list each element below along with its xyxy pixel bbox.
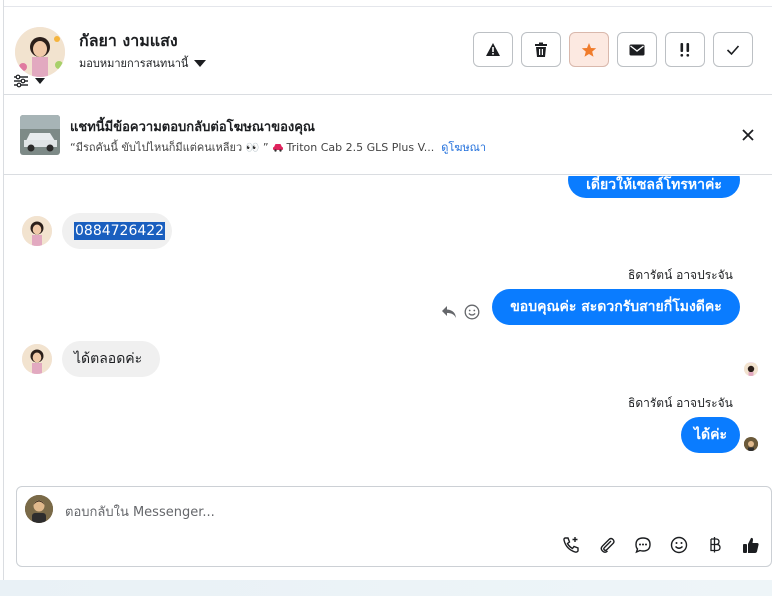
ad-reply-banner: แชทนี้มีข้อความตอบกลับต่อโฆษณาของคุณ “มี…	[4, 96, 772, 175]
contact-name[interactable]: กัลยา งามแสง	[79, 29, 178, 54]
ad-snippet: “มีรถคันนี้ ขับไปไหนก็มีแต่คนเหลียว 👀 ” …	[70, 138, 486, 156]
contact-avatar[interactable]	[15, 27, 65, 77]
messenger-conversation-panel: กัลยา งามแสง มอบหมายการสนทนานี้ แชทนี้มี…	[0, 0, 772, 596]
baht-icon	[710, 537, 721, 553]
sender-name: ธิดารัตน์ อาจประจัน	[628, 396, 733, 410]
thumbs-up-icon	[743, 537, 759, 553]
outgoing-message[interactable]: ขอบคุณค่ะ สะดวกรับสายกี่โมงดีคะ	[492, 289, 740, 325]
paperclip-icon	[600, 537, 615, 553]
reply-icon[interactable]	[441, 305, 457, 319]
assign-label: มอบหมายการสนทนานี้	[79, 57, 189, 70]
agent-avatar	[25, 495, 53, 523]
trash-icon	[535, 42, 547, 57]
outgoing-message[interactable]: เดี๋ยวให้เซลล์โทรหาค่ะ	[568, 176, 740, 198]
view-ad-link[interactable]: ดูโฆษณา	[441, 138, 486, 156]
contact-avatar-small	[22, 216, 52, 246]
agent-avatar-small	[744, 437, 758, 451]
incoming-message[interactable]: 0884726422	[62, 213, 172, 249]
message-text: ได้ค่ะ	[693, 427, 728, 443]
sender-name: ธิดารัตน์ อาจประจัน	[628, 268, 733, 282]
message-text: เดี๋ยวให้เซลล์โทรหาค่ะ	[586, 177, 722, 193]
follow-up-button[interactable]	[665, 32, 705, 67]
react-emoji-icon[interactable]	[464, 304, 480, 320]
warning-icon	[486, 43, 500, 56]
emoji-icon	[670, 536, 688, 554]
sliders-icon	[14, 74, 28, 88]
assign-conversation-dropdown[interactable]: มอบหมายการสนทนานี้	[79, 54, 207, 72]
ad-snippet-model: Triton Cab 2.5 GLS Plus V...	[286, 140, 435, 154]
saved-replies-button[interactable]	[632, 534, 654, 556]
reply-composer: ตอบกลับใน Messenger...	[16, 486, 772, 567]
like-button[interactable]	[740, 534, 762, 556]
message-thread[interactable]: เดี๋ยวให้เซลล์โทรหาค่ะ 0884726422 ธิดารั…	[4, 176, 772, 476]
envelope-icon	[629, 44, 645, 55]
chat-bubble-icon	[635, 537, 651, 554]
chevron-down-icon	[35, 78, 45, 84]
star-icon	[581, 42, 597, 57]
payment-button[interactable]	[704, 534, 726, 556]
conversation-header: กัลยา งามแสง มอบหมายการสนทนานี้	[4, 7, 772, 95]
contact-avatar-small	[22, 344, 52, 374]
check-icon	[726, 44, 740, 55]
exclamation-icon	[680, 42, 690, 57]
close-banner-button[interactable]	[740, 127, 756, 143]
message-input[interactable]: ตอบกลับใน Messenger...	[65, 501, 215, 522]
report-spam-button[interactable]	[473, 32, 513, 67]
close-icon	[742, 129, 754, 141]
delete-button[interactable]	[521, 32, 561, 67]
incoming-message[interactable]: ได้ตลอดค่ะ	[62, 341, 160, 377]
ad-thumbnail[interactable]	[20, 115, 60, 155]
mark-done-button[interactable]	[713, 32, 753, 67]
ad-banner-title: แชทนี้มีข้อความตอบกลับต่อโฆษณาของคุณ	[70, 120, 315, 135]
emoji-button[interactable]	[668, 534, 690, 556]
read-receipt-avatar	[744, 362, 758, 376]
composer-tools	[560, 534, 762, 556]
call-add-icon	[563, 537, 579, 553]
window-bottom-band	[0, 580, 772, 596]
attach-button[interactable]	[596, 534, 618, 556]
chevron-down-icon	[194, 59, 207, 67]
header-actions	[473, 32, 753, 67]
message-text: ได้ตลอดค่ะ	[74, 351, 143, 367]
call-add-button[interactable]	[560, 534, 582, 556]
star-button[interactable]	[569, 32, 609, 67]
phone-number-text[interactable]: 0884726422	[74, 222, 166, 240]
ad-snippet-quote: “มีรถคันนี้ ขับไปไหนก็มีแต่คนเหลียว 👀 ”	[70, 141, 269, 154]
mark-unread-button[interactable]	[617, 32, 657, 67]
outgoing-message[interactable]: ได้ค่ะ	[681, 417, 740, 453]
car-icon	[272, 144, 283, 152]
filter-settings-button[interactable]	[13, 72, 53, 90]
message-text: ขอบคุณค่ะ สะดวกรับสายกี่โมงดีคะ	[510, 299, 722, 315]
